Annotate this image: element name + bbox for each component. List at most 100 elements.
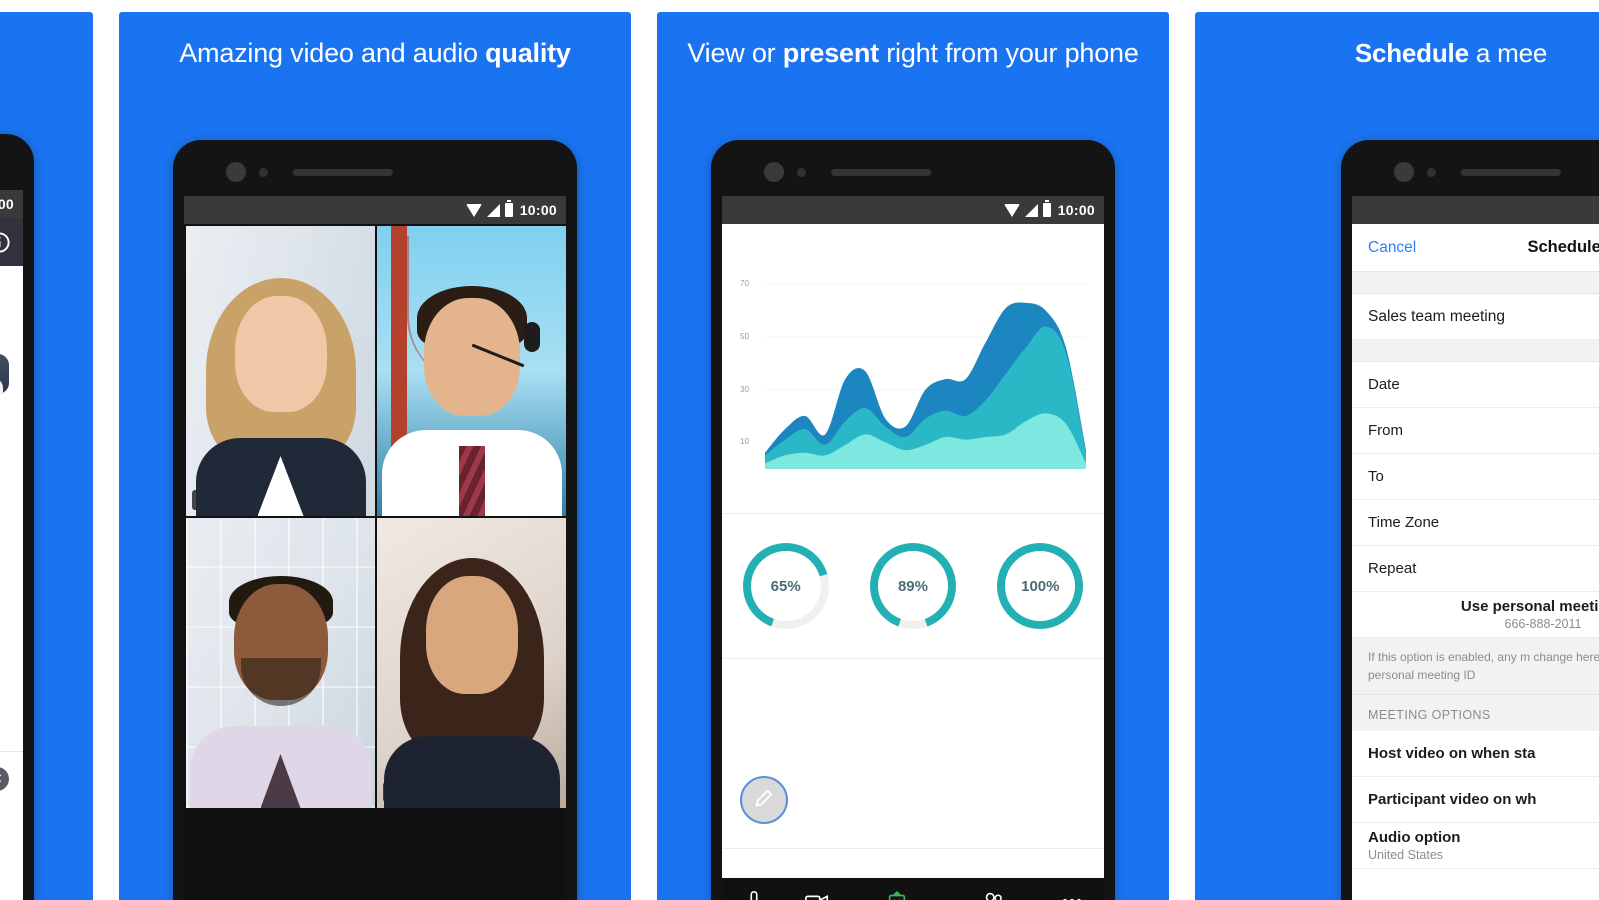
more-dots-icon bbox=[1059, 889, 1085, 900]
pencil-icon bbox=[753, 787, 775, 814]
info-icon[interactable] bbox=[0, 231, 11, 254]
close-icon[interactable]: ✕ bbox=[0, 767, 9, 791]
field-label: Participant video on wh bbox=[1368, 791, 1537, 808]
proximity-sensor-icon bbox=[1427, 168, 1436, 177]
phone-bezel bbox=[711, 140, 1115, 196]
cancel-button[interactable]: Cancel bbox=[1368, 239, 1416, 257]
field-label: To bbox=[1368, 468, 1384, 485]
headline-bold: quality bbox=[485, 38, 571, 68]
microphone-icon bbox=[741, 889, 767, 900]
android-status-bar: 10:00 bbox=[1352, 196, 1599, 224]
headline-plain: right from your phone bbox=[878, 38, 1139, 68]
participant-video bbox=[186, 226, 375, 516]
field-personal-meeting-id[interactable]: Use personal meeting I 666-888-2011 bbox=[1352, 592, 1599, 638]
carousel-panel-video[interactable]: Amazing video and audio quality 10:00 bbox=[119, 12, 631, 900]
chat-app-bar: 88) bbox=[0, 218, 23, 266]
proximity-sensor-icon bbox=[259, 168, 268, 177]
phone-screen-chat: 10:00 88) share bbox=[0, 190, 23, 900]
earpiece-speaker bbox=[293, 169, 393, 176]
carousel-panel-present[interactable]: View or present right from your phone 10… bbox=[657, 12, 1169, 900]
video-tile[interactable]: Ella Liu bbox=[377, 518, 566, 808]
toolbar-participants-button[interactable]: Participant bbox=[964, 889, 1021, 900]
cellular-signal-icon bbox=[1024, 203, 1038, 217]
progress-gauge: 89% bbox=[869, 543, 956, 629]
battery-icon bbox=[1042, 200, 1051, 217]
video-tile[interactable]: Abbas Christensen bbox=[186, 518, 375, 808]
android-status-bar: 10:00 bbox=[0, 190, 23, 218]
earpiece-speaker bbox=[1461, 169, 1561, 176]
screenshot-carousel: l with ging 10:00 88) bbox=[0, 0, 1599, 900]
meeting-options-header: MEETING OPTIONS bbox=[1352, 695, 1599, 731]
panel-present-headline: View or present right from your phone bbox=[657, 12, 1169, 71]
front-camera-icon bbox=[226, 162, 246, 182]
participants-icon bbox=[964, 889, 1021, 900]
status-bar-clock: 10:00 bbox=[519, 202, 557, 218]
participant-video bbox=[377, 518, 566, 808]
area-chart-y-tick: 70 bbox=[740, 279, 749, 289]
toolbar-mute-button[interactable]: Mute bbox=[741, 889, 767, 900]
toolbar-stop-video-button[interactable]: Stop bbox=[804, 889, 830, 900]
chat-message-list[interactable]: share 35% 30% u think? bbox=[0, 266, 23, 900]
progress-gauge: 65% bbox=[742, 543, 829, 629]
area-chart-svg bbox=[764, 283, 1086, 469]
carousel-panel-schedule[interactable]: Schedule a mee 10:00 Cancel Schedule bbox=[1195, 12, 1599, 900]
video-tile[interactable]: Lilianna Kenny bbox=[186, 226, 375, 516]
progress-gauge-row: 65% 89% 100% bbox=[722, 514, 1104, 659]
proximity-sensor-icon bbox=[797, 168, 806, 177]
meeting-toolbar[interactable]: Mute Stop bbox=[722, 878, 1104, 900]
headline-plain: Amazing video and audio bbox=[179, 38, 486, 68]
field-label: Repeat bbox=[1368, 560, 1417, 577]
attachment-take-photo[interactable]: Take a Photo bbox=[0, 885, 23, 900]
schedule-meeting-form[interactable]: Cancel Schedule Sales team meeting Date … bbox=[1352, 224, 1599, 900]
area-chart-y-tick: 10 bbox=[740, 437, 749, 447]
earpiece-speaker bbox=[831, 169, 931, 176]
phone-screen-present: 10:00 70 50 30 10 65% 89% 100% bbox=[722, 196, 1104, 900]
participant-video bbox=[186, 518, 375, 808]
toolbar-more-button[interactable]: More bbox=[1059, 889, 1085, 900]
carousel-panel-chat[interactable]: l with ging 10:00 88) bbox=[0, 12, 93, 900]
field-repeat[interactable]: Repeat bbox=[1352, 546, 1599, 592]
chat-input-row[interactable]: ✕ bbox=[0, 751, 23, 806]
field-label: Audio option bbox=[1368, 829, 1461, 846]
status-bar-clock: 10:00 bbox=[0, 196, 14, 212]
wifi-icon bbox=[465, 203, 482, 217]
file-icon bbox=[0, 827, 23, 854]
field-label: Use personal meeting I bbox=[1460, 598, 1599, 615]
field-to[interactable]: To bbox=[1352, 454, 1599, 500]
form-spacer bbox=[1352, 340, 1599, 362]
share-screen-stop-icon bbox=[868, 889, 926, 900]
meeting-name-value: Sales team meeting bbox=[1368, 307, 1505, 325]
toolbar-stop-share-button[interactable]: Stop Share bbox=[868, 889, 926, 900]
field-label: Time Zone bbox=[1368, 514, 1440, 531]
front-camera-icon bbox=[1394, 162, 1414, 182]
annotate-button[interactable] bbox=[740, 776, 788, 824]
status-bar-clock: 10:00 bbox=[1057, 202, 1095, 218]
area-chart-y-tick: 30 bbox=[740, 384, 749, 394]
attachment-send-file[interactable]: Send a File bbox=[0, 827, 23, 872]
shared-presentation-content: 70 50 30 10 65% 89% 100% bbox=[722, 224, 1104, 900]
field-time-zone[interactable]: Time Zone GMT-6:0 bbox=[1352, 500, 1599, 546]
gauge-value: 100% bbox=[1005, 551, 1076, 621]
option-audio[interactable]: Audio option United States Telep bbox=[1352, 823, 1599, 869]
phone-bezel bbox=[0, 134, 34, 190]
option-host-video[interactable]: Host video on when sta bbox=[1352, 731, 1599, 777]
gauge-value: 89% bbox=[877, 551, 948, 621]
phone-mockup-video: 10:00 Lilianna Kenny bbox=[173, 140, 577, 900]
video-tile[interactable]: Julian Obrien bbox=[377, 226, 566, 516]
battery-icon bbox=[504, 200, 513, 217]
video-participant-grid: Lilianna Kenny Julian Obrien bbox=[184, 224, 566, 900]
headline-plain: a mee bbox=[1468, 38, 1548, 68]
field-from[interactable]: From bbox=[1352, 408, 1599, 454]
panel-video-headline: Amazing video and audio quality bbox=[119, 12, 631, 71]
area-chart-y-tick: 50 bbox=[740, 332, 749, 342]
option-participant-video[interactable]: Participant video on wh bbox=[1352, 777, 1599, 823]
meeting-name-field[interactable]: Sales team meeting bbox=[1352, 294, 1599, 340]
android-status-bar: 10:00 bbox=[722, 196, 1104, 224]
phone-mockup-chat: 10:00 88) share bbox=[0, 134, 34, 900]
field-date[interactable]: Date bbox=[1352, 362, 1599, 408]
phone-mockup-present: 10:00 70 50 30 10 65% 89% 100% bbox=[711, 140, 1115, 900]
pmi-help-text: If this option is enabled, any m change … bbox=[1352, 638, 1599, 695]
panel-chat-headline: l with ging bbox=[0, 12, 93, 105]
avatar bbox=[0, 354, 9, 394]
field-sub: United States bbox=[1368, 848, 1444, 862]
